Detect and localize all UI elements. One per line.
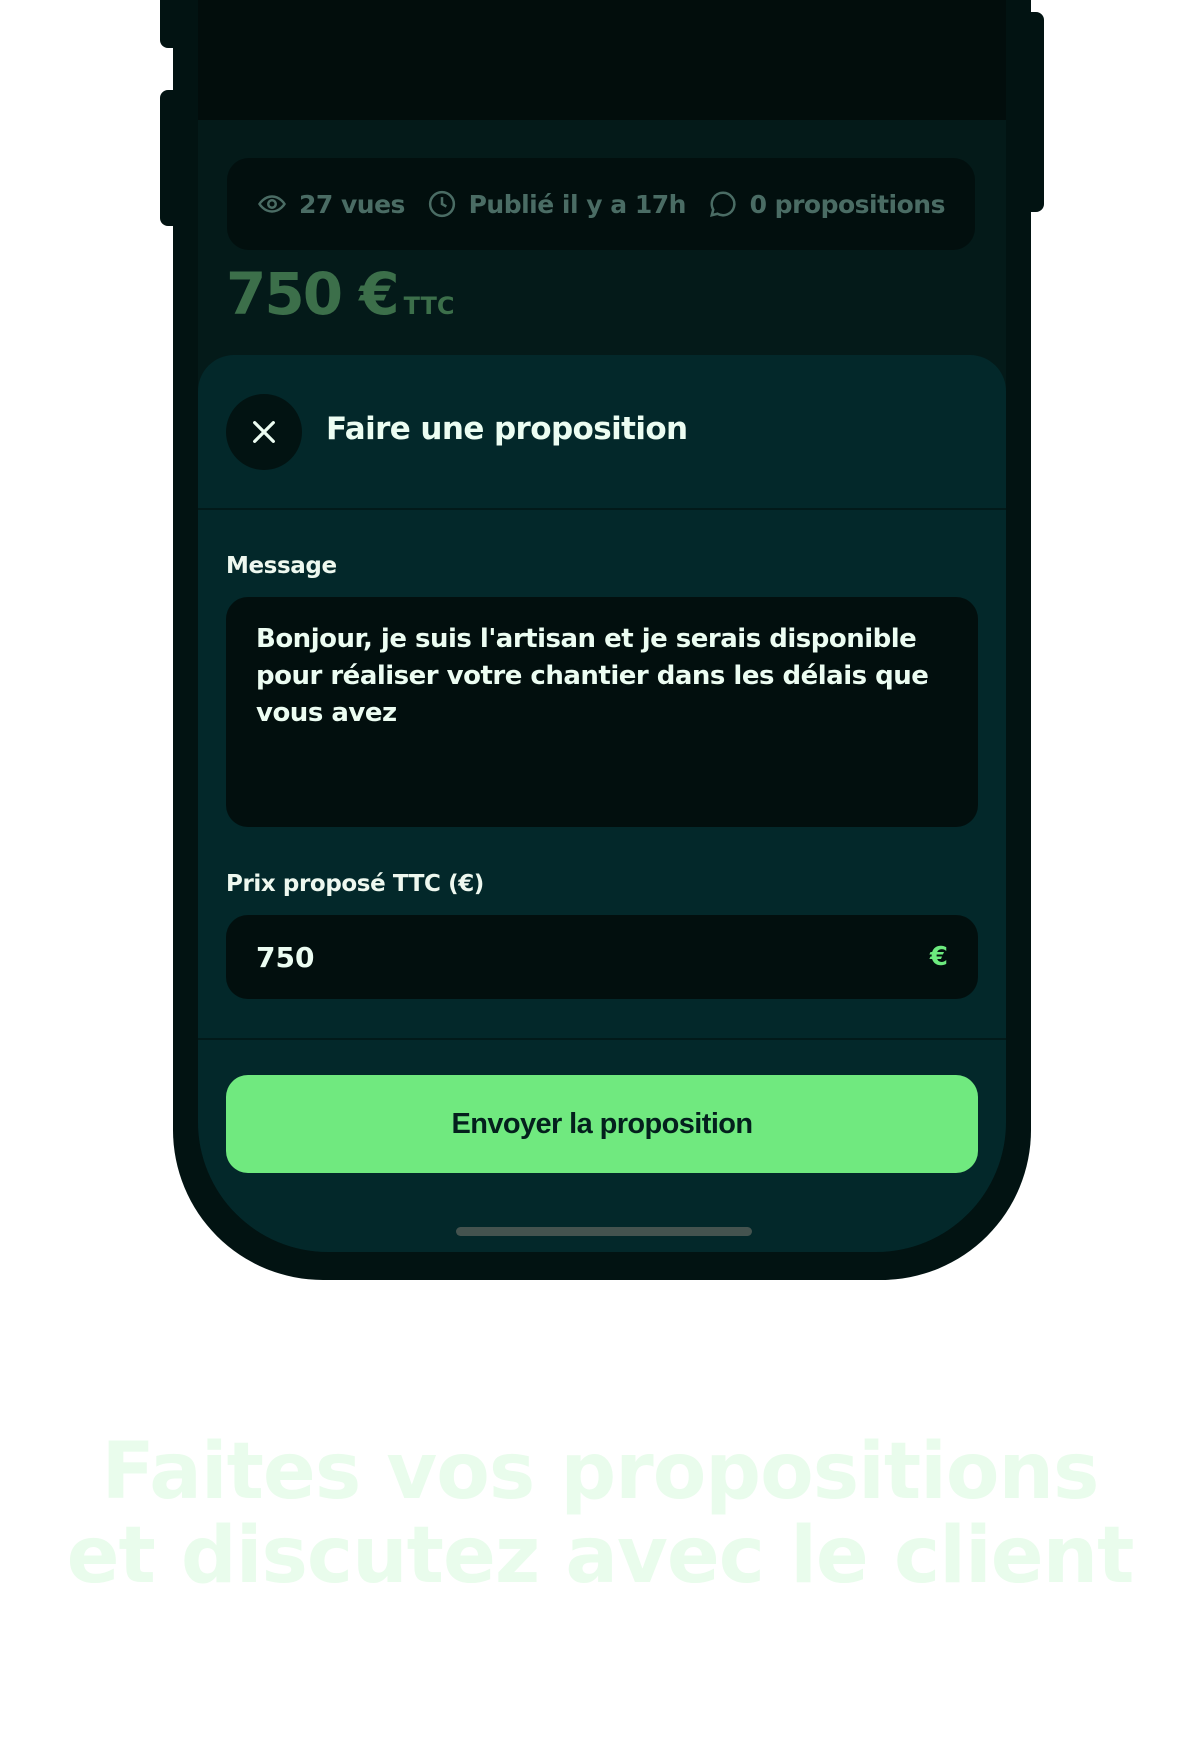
price-input-value: 750 <box>256 940 315 974</box>
stat-views-label: 27 vues <box>299 189 405 219</box>
listing-stats-bar: 27 vues Publié il y a 17h 0 propositions <box>227 158 975 250</box>
close-button[interactable] <box>226 394 302 470</box>
listing-price: 750 € TTC <box>226 260 455 328</box>
price-input[interactable]: 750 € <box>226 915 978 999</box>
euro-icon: € <box>929 942 948 972</box>
listing-price-suffix: TTC <box>403 292 455 320</box>
marketing-headline: Faites vos propositions et discutez avec… <box>0 1430 1200 1598</box>
headline-line-1: Faites vos propositions <box>101 1427 1100 1517</box>
clock-icon <box>428 190 455 218</box>
proposal-sheet: Faire une proposition Message Bonjour, j… <box>198 355 1006 1252</box>
stat-views: 27 vues <box>257 189 405 219</box>
price-label: Prix proposé TTC (€) <box>226 871 484 897</box>
phone-screen: 27 vues Publié il y a 17h 0 propositions… <box>198 0 1006 1252</box>
sheet-divider <box>198 1038 1006 1040</box>
send-proposal-button[interactable]: Envoyer la proposition <box>226 1075 978 1173</box>
stat-published: Publié il y a 17h <box>427 189 686 219</box>
message-textarea[interactable]: Bonjour, je suis l'artisan et je serais … <box>226 597 978 827</box>
proposal-sheet-header: Faire une proposition <box>198 355 1006 510</box>
home-indicator <box>456 1227 752 1236</box>
chat-bubble-icon <box>709 191 736 218</box>
proposal-sheet-title: Faire une proposition <box>326 411 688 447</box>
stat-proposals: 0 propositions <box>708 189 945 219</box>
listing-image-area <box>198 0 1006 120</box>
message-label: Message <box>226 553 337 579</box>
close-icon <box>253 421 275 443</box>
listing-price-amount: 750 € <box>226 260 400 328</box>
stat-published-label: Publié il y a 17h <box>468 189 687 219</box>
headline-line-2: et discutez avec le client <box>66 1511 1135 1601</box>
stat-proposals-label: 0 propositions <box>749 189 946 219</box>
eye-icon <box>258 195 286 213</box>
